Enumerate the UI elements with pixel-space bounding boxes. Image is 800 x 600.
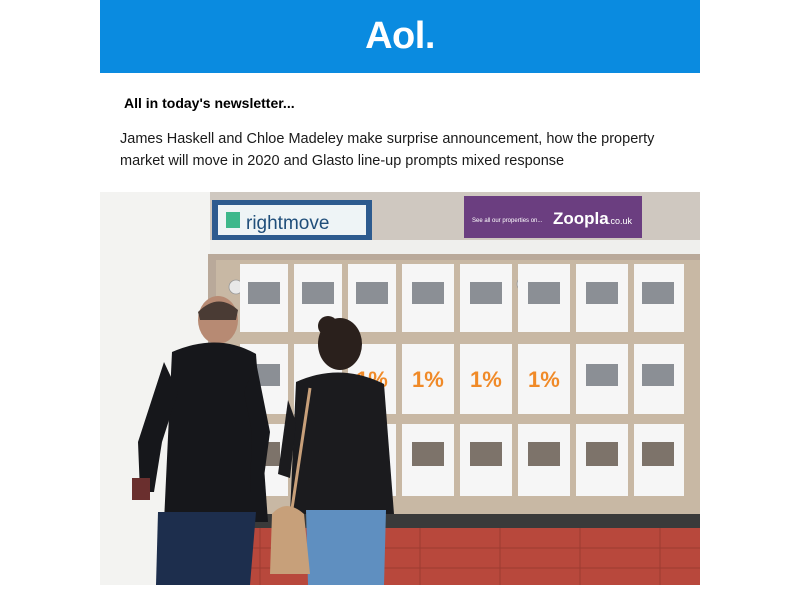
rightmove-sign: rightmove bbox=[212, 200, 372, 240]
zoopla-sign: See all our properties on... Zoopla .co.… bbox=[464, 196, 642, 238]
rightmove-logo-text: rightmove bbox=[246, 213, 329, 234]
hero-image-estate-agent-window[interactable]: rightmove See all our properties on... Z… bbox=[100, 192, 700, 585]
aol-logo[interactable]: Aol. bbox=[365, 15, 435, 58]
fee-label-3: 1% bbox=[470, 367, 502, 392]
zoopla-domain-text: .co.uk bbox=[608, 216, 633, 226]
newsletter-heading: All in today's newsletter... bbox=[124, 95, 295, 111]
aol-header-banner: Aol. bbox=[100, 0, 700, 73]
listings-row-1 bbox=[240, 264, 684, 332]
fee-label-2: 1% bbox=[412, 367, 444, 392]
newsletter-email: Aol. All in today's newsletter... James … bbox=[100, 0, 700, 600]
fee-label-4: 1% bbox=[528, 367, 560, 392]
newsletter-summary: James Haskell and Chloe Madeley make sur… bbox=[120, 131, 655, 169]
zoopla-tagline: See all our properties on... bbox=[472, 218, 543, 224]
zoopla-logo-text: Zoopla bbox=[553, 209, 609, 228]
